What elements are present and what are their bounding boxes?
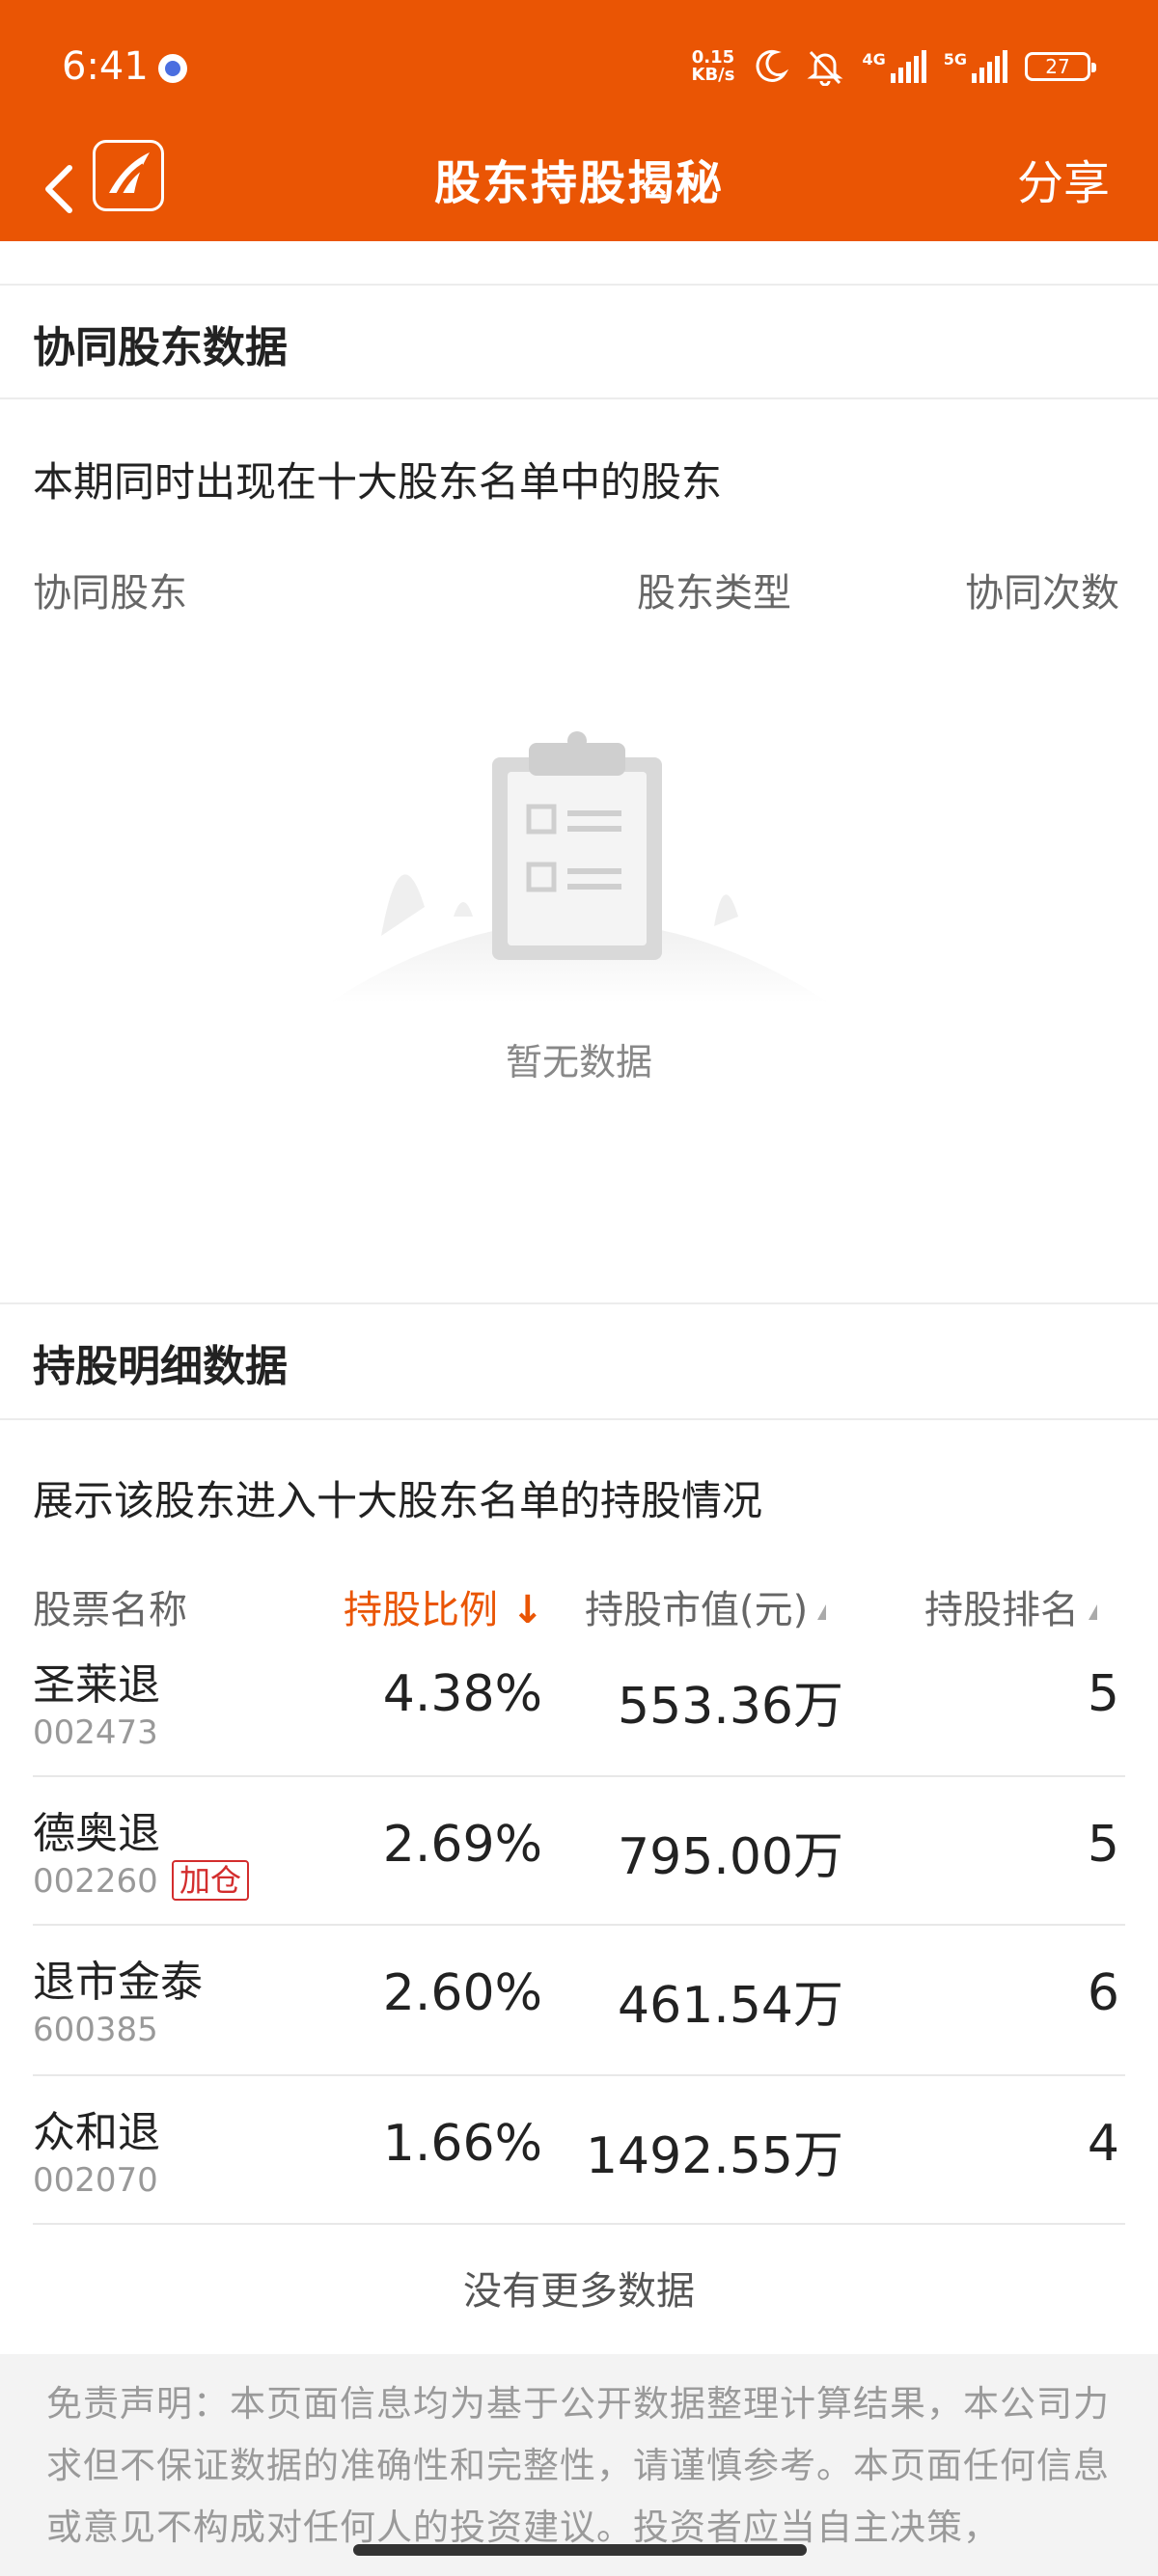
- notification-app-icon: [158, 54, 187, 83]
- col-hold-ratio-sort[interactable]: 持股比例 ↓: [344, 1578, 544, 1634]
- home-indicator[interactable]: [353, 2544, 807, 2556]
- sort-triangle-icon: [817, 1604, 827, 1620]
- network-speed: 0.15 KB/s: [692, 49, 735, 84]
- disclaimer-text: 免责声明：本页面信息均为基于公开数据整理计算结果，本公司力求但不保证数据的准确性…: [0, 2354, 1158, 2576]
- moon-icon: [757, 49, 789, 82]
- empty-state-text: 暂无数据: [505, 1041, 652, 1083]
- col-rank-sort[interactable]: 持股排名: [924, 1578, 1097, 1634]
- nav-bar: 股东持股揭秘 分享: [0, 135, 1158, 241]
- status-indicators: 0.15 KB/s 4G 5G 27: [692, 42, 1096, 91]
- signal-5g-label: 5G: [943, 50, 967, 69]
- market-value: 1492.55万: [585, 2127, 843, 2185]
- page-title: 股东持股揭秘: [433, 156, 724, 210]
- hold-ratio: 4.38%: [382, 1665, 542, 1723]
- network-speed-unit: KB/s: [691, 65, 735, 85]
- stock-code: 002473: [33, 1713, 158, 1752]
- collab-col-shareholder: 协同股东: [33, 571, 187, 616]
- battery-icon: 27: [1025, 52, 1096, 81]
- hold-ratio: 1.66%: [382, 2115, 542, 2173]
- hold-rank: 4: [1087, 2115, 1119, 2173]
- row-divider: [33, 2074, 1125, 2076]
- no-more-data-text: 没有更多数据: [463, 2269, 695, 2314]
- hold-ratio: 2.60%: [382, 1964, 542, 2022]
- collab-col-type: 股东类型: [637, 571, 791, 616]
- share-button[interactable]: 分享: [1017, 145, 1110, 212]
- collab-section-title: 协同股东数据: [33, 323, 288, 372]
- collab-section-description: 本期同时出现在十大股东名单中的股东: [33, 458, 723, 506]
- hold-ratio: 2.69%: [382, 1816, 542, 1874]
- hold-rank: 5: [1087, 1816, 1119, 1874]
- status-time: 6:41: [62, 44, 149, 89]
- market-value: 795.00万: [618, 1828, 843, 1886]
- hold-rank: 6: [1087, 1964, 1119, 2022]
- col-market-value-sort[interactable]: 持股市值(元): [585, 1578, 827, 1634]
- col-rank-label: 持股排名: [924, 1588, 1079, 1632]
- stock-code: 600385: [33, 2011, 158, 2049]
- bell-off-icon: [807, 50, 843, 86]
- stock-name: 圣莱退: [33, 1660, 160, 1710]
- col-stock-name: 股票名称: [33, 1588, 187, 1632]
- sort-triangle-icon: [1089, 1604, 1097, 1620]
- signal-4g-icon: 4G: [862, 50, 926, 83]
- holding-section-title: 持股明细数据: [33, 1342, 288, 1391]
- row-divider: [33, 1775, 1125, 1777]
- stock-code: 002260: [33, 1862, 158, 1901]
- stock-name: 德奥退: [33, 1809, 160, 1858]
- stock-name: 众和退: [33, 2108, 160, 2157]
- signal-4g-label: 4G: [862, 50, 886, 69]
- signal-5g-icon: 5G: [944, 50, 1007, 83]
- collab-col-count: 协同次数: [965, 571, 1119, 616]
- col-hold-ratio-label: 持股比例: [344, 1588, 498, 1632]
- stock-name: 退市金泰: [33, 1958, 203, 2007]
- market-value: 461.54万: [618, 1977, 843, 2035]
- hold-rank: 5: [1087, 1665, 1119, 1723]
- row-divider: [33, 2223, 1125, 2225]
- market-value: 553.36万: [618, 1678, 843, 1736]
- status-badge: 加仓: [172, 1860, 250, 1901]
- holding-section-description: 展示该股东进入十大股东名单的持股情况: [33, 1477, 763, 1524]
- stock-code: 002070: [33, 2161, 158, 2200]
- empty-state-illustration: [328, 714, 830, 1032]
- col-market-value-label: 持股市值(元): [585, 1588, 809, 1632]
- row-divider: [33, 1924, 1125, 1926]
- sort-desc-arrow-icon: ↓: [511, 1588, 544, 1632]
- battery-level: 27: [1045, 55, 1070, 78]
- status-bar: 6:41 0.15 KB/s 4G 5G 27: [0, 0, 1158, 135]
